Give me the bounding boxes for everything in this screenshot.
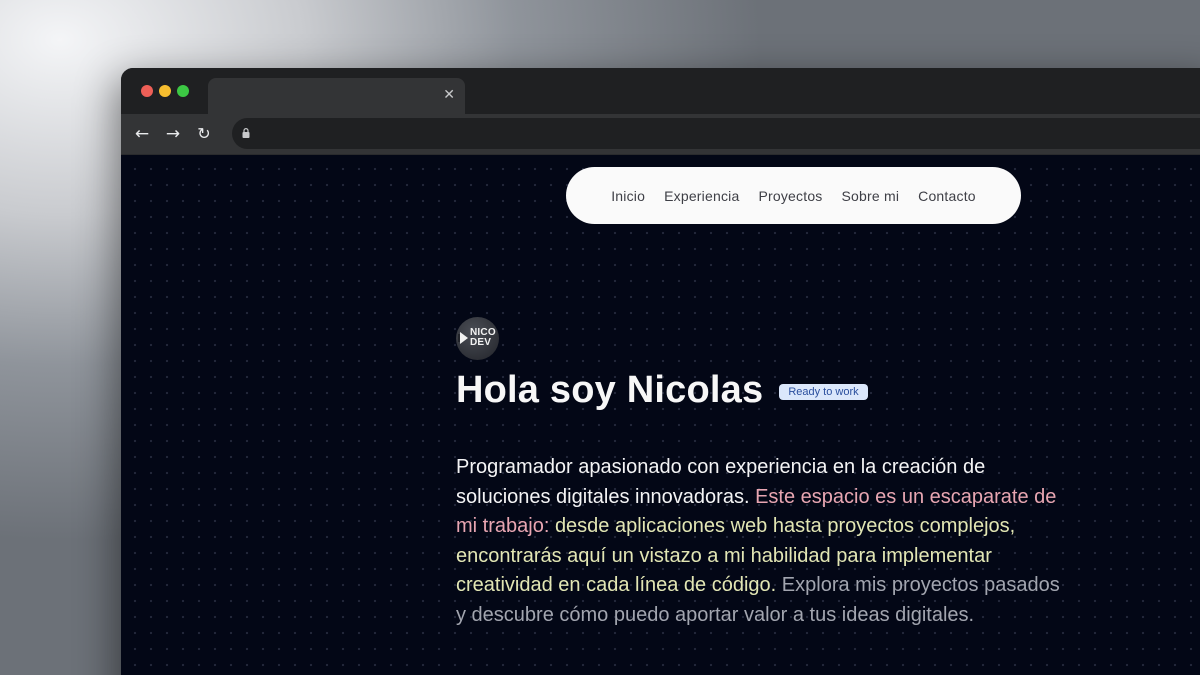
arrow-right-icon[interactable]: → [160, 121, 186, 147]
nav-link-sobre-mi[interactable]: Sobre mi [842, 188, 900, 204]
browser-titlebar: ✕ [121, 68, 1200, 114]
hero-title-row: Hola soy Nicolas Ready to work [456, 369, 868, 412]
hero-bio: Programador apasionado con experiencia e… [456, 453, 1071, 630]
arrow-left-icon[interactable]: ← [129, 121, 155, 147]
site-navbar: Inicio Experiencia Proyectos Sobre mi Co… [566, 167, 1021, 224]
reload-icon[interactable]: ↻ [191, 121, 217, 147]
logo-line-2: DEV [470, 337, 492, 348]
close-window-button[interactable] [141, 85, 153, 97]
address-bar[interactable] [232, 118, 1200, 149]
nav-link-proyectos[interactable]: Proyectos [758, 188, 822, 204]
nav-link-experiencia[interactable]: Experiencia [664, 188, 739, 204]
browser-tab[interactable]: ✕ [208, 78, 465, 114]
status-badge: Ready to work [779, 384, 868, 400]
browser-toolbar: ← → ↻ [121, 114, 1200, 155]
close-icon[interactable]: ✕ [443, 86, 455, 104]
nav-link-inicio[interactable]: Inicio [611, 188, 645, 204]
maximize-window-button[interactable] [177, 85, 189, 97]
nav-link-contacto[interactable]: Contacto [918, 188, 976, 204]
nicodev-logo: NICO DEV [456, 317, 499, 360]
hero-title: Hola soy Nicolas [456, 369, 764, 411]
logo-mark-icon [458, 332, 468, 344]
minimize-window-button[interactable] [159, 85, 171, 97]
lock-icon [242, 128, 250, 138]
browser-window: ✕ ← → ↻ Inicio Experiencia Proyectos Sob… [121, 68, 1200, 675]
logo-text: NICO DEV [470, 328, 496, 348]
web-page: Inicio Experiencia Proyectos Sobre mi Co… [121, 155, 1200, 675]
